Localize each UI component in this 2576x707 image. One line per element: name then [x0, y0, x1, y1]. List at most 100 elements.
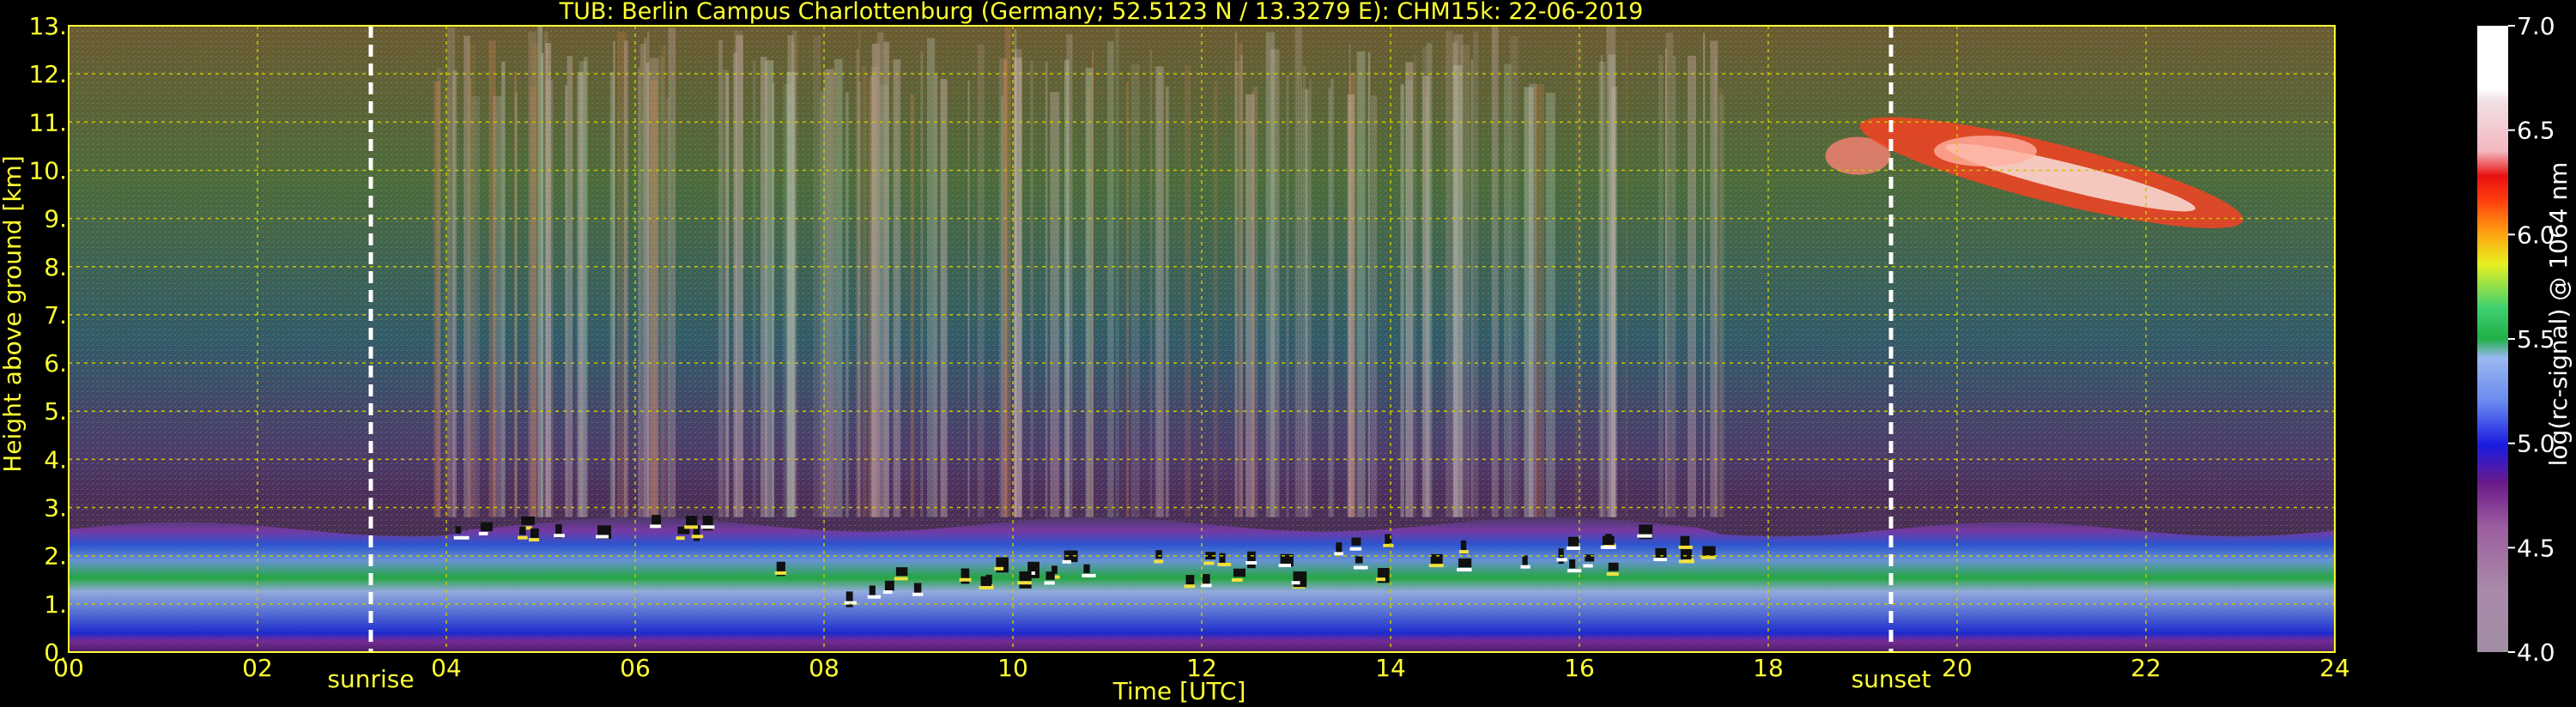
y-tick-label: 9.	[44, 205, 67, 233]
cloud-edge	[478, 531, 488, 535]
cloud-edge	[1044, 581, 1055, 585]
cirrus-patch	[1934, 136, 2037, 166]
cloud-core	[1155, 550, 1162, 559]
cloud-edge	[1375, 577, 1385, 582]
cloud-edge	[979, 585, 994, 589]
cloud-core	[1185, 575, 1195, 585]
y-tick-label: 2.	[44, 542, 67, 571]
cloud-core	[1351, 537, 1361, 546]
cloud-edge	[650, 524, 662, 529]
cloud-edge	[691, 535, 704, 539]
cloud-core	[1458, 558, 1472, 568]
cloud-core	[1569, 559, 1576, 569]
cloud-core	[1233, 568, 1246, 577]
cloud-edge	[684, 525, 699, 529]
x-tick-label: 06	[620, 654, 651, 682]
colorbar-tick-label: 4.5	[2517, 534, 2555, 562]
cloud-edge	[1082, 573, 1096, 577]
x-tick-label: 24	[2319, 654, 2350, 682]
cloud-core	[1522, 555, 1528, 566]
cloud-core	[1219, 553, 1226, 564]
cloud-edge	[1349, 547, 1362, 551]
y-tick-label: 0.	[44, 638, 67, 667]
y-tick-label: 5.	[44, 397, 67, 426]
cloud-edge	[1291, 581, 1300, 585]
cloud-core	[1567, 536, 1579, 547]
cloud-edge	[1566, 546, 1581, 550]
cloud-edge	[1184, 584, 1196, 589]
cloud-core	[913, 583, 922, 595]
colorbar: 4.04.55.05.56.06.57.0 log(rc-signal) @ 1…	[2477, 12, 2573, 667]
cloud-edge	[1428, 564, 1444, 568]
y-tick-label: 8.	[44, 253, 67, 281]
chart-title: TUB: Berlin Campus Charlottenburg (Germa…	[559, 0, 1644, 25]
cloud-core	[1355, 556, 1363, 564]
cloud-edge	[894, 577, 908, 581]
y-tick-label: 4.	[44, 445, 67, 474]
cloud-edge	[1062, 559, 1071, 564]
y-tick-label: 6.	[44, 349, 67, 378]
cloud-edge	[1200, 583, 1212, 588]
x-tick-label: 14	[1375, 654, 1406, 682]
cloud-core	[846, 591, 853, 607]
colorbar-label: log(rc-signal) @ 1064 nm	[2544, 162, 2573, 467]
x-tick-label: 20	[1942, 654, 1973, 682]
y-tick-label: 13.	[28, 12, 67, 40]
cloud-core	[1608, 562, 1619, 571]
cloud-edge	[774, 571, 787, 575]
cloud-edge	[518, 535, 528, 540]
x-tick-label: 22	[2131, 654, 2161, 682]
cloud-edge	[1600, 545, 1616, 549]
cloud-core	[519, 526, 526, 535]
cloud-edge	[1383, 543, 1394, 547]
cloud-core	[652, 515, 662, 526]
y-tick-label: 10.	[28, 156, 67, 184]
cloud-edge	[882, 590, 893, 595]
cloud-edge	[1457, 567, 1472, 571]
cloud-edge	[1353, 565, 1368, 570]
colorbar-tick-label: 4.0	[2517, 638, 2555, 667]
cloud-edge	[994, 566, 1004, 571]
cloud-edge	[676, 536, 685, 541]
cloud-edge	[1556, 558, 1567, 562]
cloud-edge	[1203, 561, 1215, 565]
cloud-edge	[596, 535, 609, 539]
sunrise-label: sunrise	[327, 665, 414, 693]
sunset-label: sunset	[1852, 665, 1931, 693]
cloud-core	[521, 516, 535, 525]
x-tick-label: 12	[1186, 654, 1217, 682]
ceilometer-chart: TUB: Berlin Campus Charlottenburg (Germa…	[0, 0, 2573, 705]
cloud-core	[884, 580, 894, 591]
cloud-edge	[1653, 558, 1667, 562]
cloud-edge	[1217, 562, 1232, 566]
cloud-edge	[912, 592, 924, 596]
colorbar-tick-label: 6.5	[2517, 117, 2555, 145]
cloud-core	[455, 526, 462, 534]
cloud-core	[1602, 535, 1615, 546]
cloud-edge	[1458, 550, 1469, 554]
y-tick-label: 1.	[44, 590, 67, 619]
x-tick-label: 04	[431, 654, 462, 682]
cloud-edge	[1678, 545, 1693, 549]
cloud-core	[1293, 571, 1307, 588]
cloud-core	[1247, 551, 1256, 569]
cloud-core	[480, 522, 493, 532]
y-tick-label: 12.	[28, 60, 67, 88]
cloud-edge	[867, 595, 882, 599]
cloud-edge	[1583, 564, 1593, 568]
cloud-edge	[700, 525, 715, 529]
cloud-core	[895, 567, 908, 577]
x-tick-label: 02	[242, 654, 273, 682]
cloud-edge	[554, 534, 565, 538]
cloud-edge	[453, 535, 470, 540]
cloud-core	[1336, 542, 1343, 553]
cloud-core	[961, 568, 970, 584]
x-tick-label: 08	[809, 654, 839, 682]
cloud-edge	[1637, 534, 1652, 538]
x-tick-label: 16	[1564, 654, 1595, 682]
cloud-core	[1083, 564, 1090, 573]
cloud-edge	[1246, 560, 1258, 565]
colorbar-tick-label: 7.0	[2517, 12, 2555, 40]
cloud-core	[1046, 571, 1055, 580]
cloud-edge	[1520, 565, 1530, 569]
